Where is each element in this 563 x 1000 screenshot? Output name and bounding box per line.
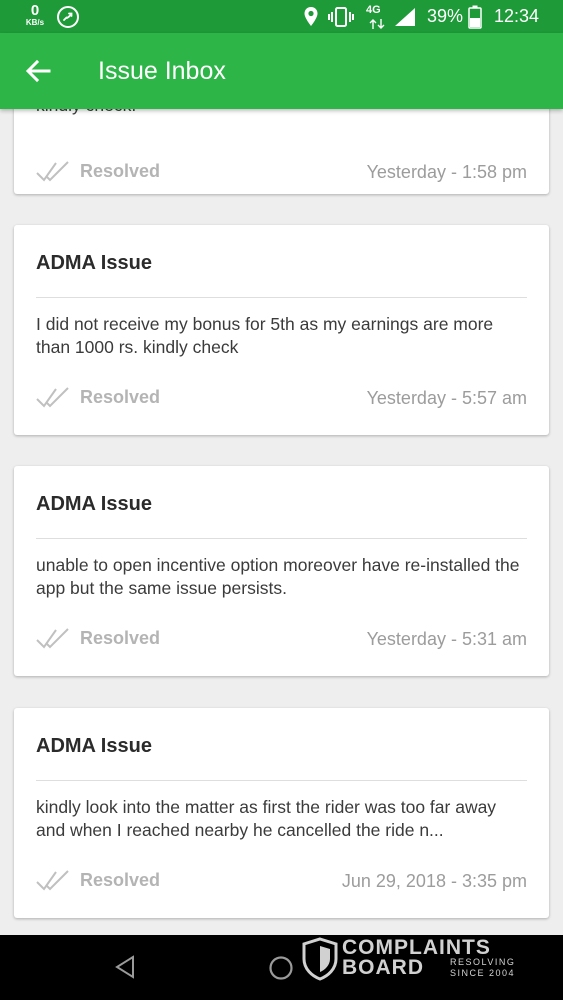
status-badge: Resolved	[80, 161, 161, 181]
double-check-icon	[36, 161, 69, 182]
issue-message: kindly look into the matter as first the…	[36, 797, 497, 840]
issue-card[interactable]: ADMA Issue I did not receive my bonus fo…	[14, 225, 549, 435]
signal-strength-icon	[395, 8, 415, 26]
double-check-icon	[36, 628, 69, 649]
status-badge: Resolved	[80, 387, 161, 407]
data-transfer-icon	[369, 19, 385, 29]
shield-logo-icon	[302, 937, 338, 981]
nav-home-icon[interactable]	[268, 955, 294, 981]
status-bar: 0 KB/s 4G 39% 12:34	[0, 0, 563, 33]
network-type: 4G	[366, 4, 381, 16]
issue-status-row: Resolved Yesterday - 5:31 am	[36, 626, 527, 652]
double-check-icon	[36, 387, 69, 408]
issue-list[interactable]: kindly check. Resolved Yesterday - 1:58 …	[0, 109, 563, 935]
phone-call-icon	[57, 6, 79, 28]
status-badge: Resolved	[80, 628, 161, 648]
watermark-subtext: SINCE 2004	[450, 968, 516, 978]
back-arrow-icon[interactable]	[22, 55, 54, 87]
issue-message: unable to open incentive option moreover…	[36, 555, 520, 598]
clock: 12:34	[494, 6, 540, 26]
watermark-text: BOARD	[342, 956, 424, 979]
issue-timestamp: Yesterday - 5:31 am	[366, 629, 527, 649]
card-divider	[36, 780, 527, 781]
card-divider	[36, 297, 527, 298]
issue-title: ADMA Issue	[36, 735, 152, 757]
network-speed-unit: KB/s	[25, 18, 45, 27]
issue-title: ADMA Issue	[36, 493, 152, 515]
page-title: Issue Inbox	[98, 57, 226, 85]
app-bar: Issue Inbox	[0, 33, 563, 109]
location-icon	[304, 7, 318, 26]
issue-status-row: Resolved Yesterday - 5:57 am	[36, 385, 527, 411]
issue-timestamp: Yesterday - 5:57 am	[366, 388, 527, 408]
issue-card[interactable]: kindly check. Resolved Yesterday - 1:58 …	[14, 109, 549, 194]
nav-back-icon[interactable]	[114, 955, 136, 979]
card-divider	[36, 538, 527, 539]
issue-timestamp: Yesterday - 1:58 pm	[366, 162, 527, 182]
issue-card[interactable]: ADMA Issue unable to open incentive opti…	[14, 466, 549, 676]
issue-message: I did not receive my bonus for 5th as my…	[36, 314, 494, 357]
issue-timestamp: Jun 29, 2018 - 3:35 pm	[341, 871, 527, 891]
issue-status-row: Resolved Jun 29, 2018 - 3:35 pm	[36, 868, 527, 894]
network-speed: 0 KB/s	[22, 3, 48, 27]
watermark-logo: COMPLAINTS BOARD RESOLVING SINCE 2004	[300, 934, 530, 984]
issue-title: ADMA Issue	[36, 252, 152, 274]
battery-icon	[468, 5, 482, 29]
issue-status-row: Resolved Yesterday - 1:58 pm	[36, 159, 527, 185]
issue-message: kindly check.	[36, 109, 529, 117]
network-speed-value: 0	[30, 2, 40, 19]
watermark-subtext: RESOLVING	[450, 957, 516, 967]
battery-percent: 39%	[427, 6, 464, 26]
vibrate-icon	[328, 7, 354, 27]
double-check-icon	[36, 870, 69, 891]
issue-card[interactable]: ADMA Issue kindly look into the matter a…	[14, 708, 549, 918]
status-badge: Resolved	[80, 870, 161, 890]
